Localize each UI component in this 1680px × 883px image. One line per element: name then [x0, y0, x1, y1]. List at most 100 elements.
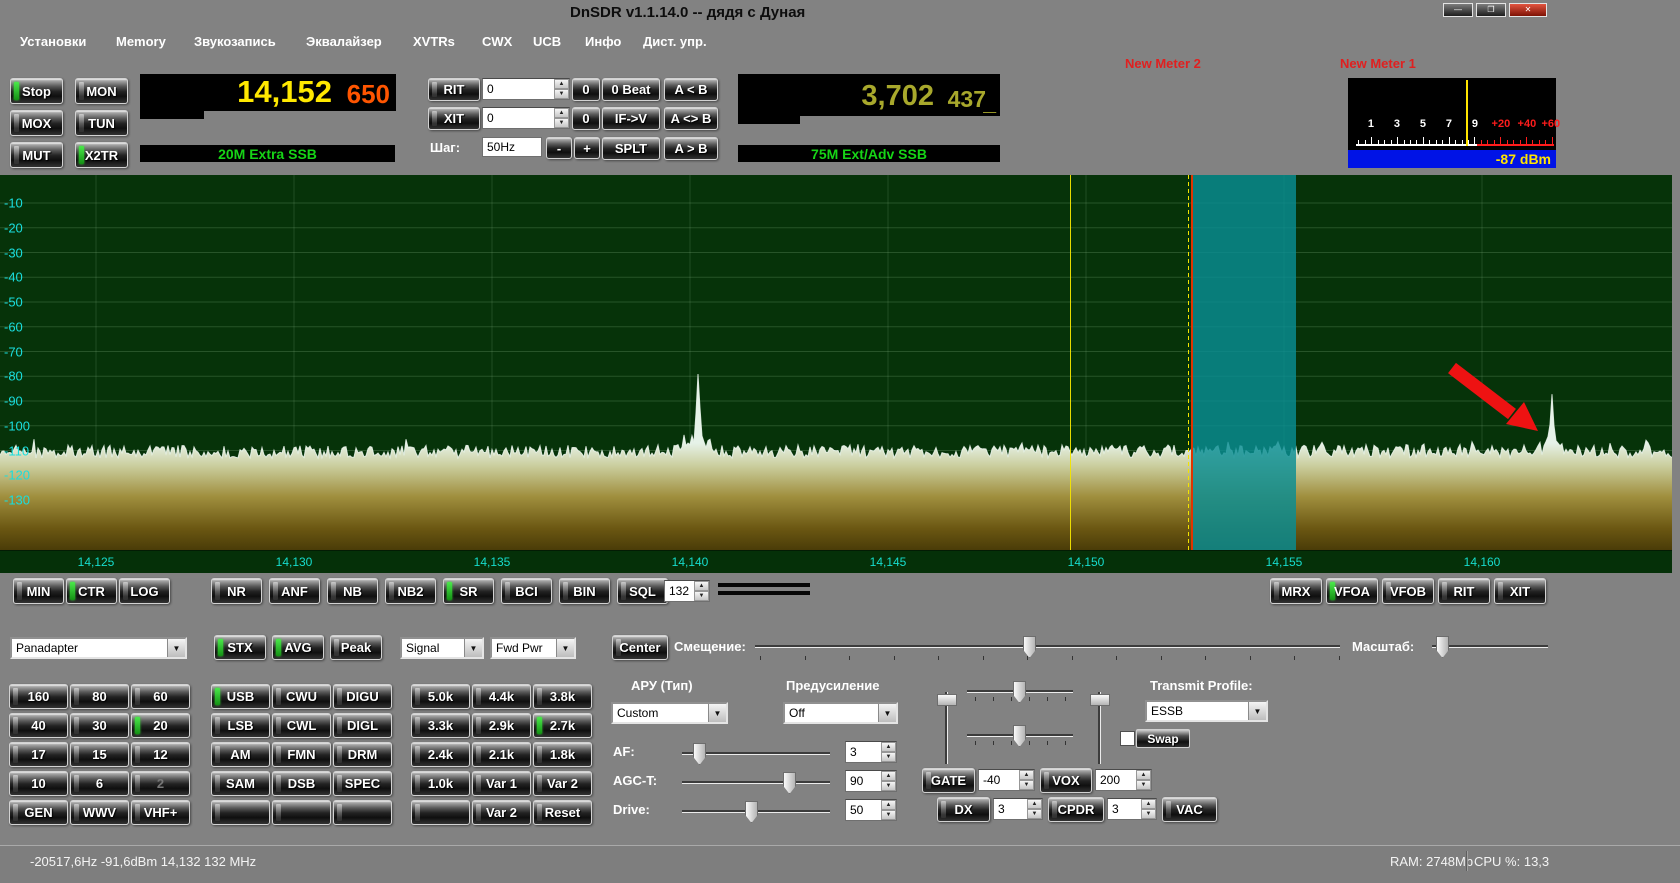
display-mode-select[interactable]: Panadapter ▼ [10, 637, 187, 659]
sub-rx-marker-line[interactable] [1070, 175, 1071, 550]
new-meter-2-label[interactable]: New Meter 2 [1125, 56, 1201, 71]
gate-down-icon[interactable]: ▼ [1019, 780, 1034, 790]
af-spinner-arrows[interactable]: ▲▼ [881, 742, 896, 762]
rit-down-icon[interactable]: ▼ [554, 89, 569, 99]
button-avg[interactable]: AVG [272, 635, 324, 660]
filter-button-1-0k[interactable]: 1.0k [411, 771, 470, 796]
filter-button-2-1k[interactable]: 2.1k [472, 742, 531, 767]
meter-source-select[interactable]: Signal ▼ [400, 637, 484, 659]
new-meter-1-label[interactable]: New Meter 1 [1340, 56, 1416, 71]
vox-spinner[interactable]: 200 ▲▼ [1095, 769, 1152, 791]
xit-spinner[interactable]: 0 ▲▼ [482, 107, 570, 129]
band-button-12[interactable]: 12 [131, 742, 190, 767]
sql-spinner-arrows[interactable]: ▲▼ [694, 581, 709, 601]
swap-button[interactable]: Swap [1136, 729, 1190, 748]
zoom-slider-track[interactable] [1432, 645, 1548, 648]
band-button-40[interactable]: 40 [9, 713, 68, 738]
minimize-button[interactable]: — [1443, 3, 1473, 17]
menu-item-дист-упр-[interactable]: Дист. упр. [643, 34, 707, 49]
button-ctr[interactable]: CTR [66, 578, 117, 604]
dx-spinner-arrows[interactable]: ▲▼ [1027, 799, 1042, 819]
mode-button-sam[interactable]: SAM [211, 771, 270, 796]
menu-item-инфо[interactable]: Инфо [585, 34, 621, 49]
vox-button[interactable]: VOX [1040, 768, 1092, 793]
cpdr-down-icon[interactable]: ▼ [1141, 809, 1156, 819]
if-to-v-button[interactable]: IF->V [602, 107, 660, 130]
tx-meter-source-select[interactable]: Fwd Pwr ▼ [490, 637, 576, 659]
vfo-button-xit[interactable]: XIT [1494, 578, 1546, 604]
af-down-icon[interactable]: ▼ [881, 752, 896, 762]
rit-spinner-arrows[interactable]: ▲▼ [554, 79, 569, 99]
agct-up-icon[interactable]: ▲ [881, 771, 896, 781]
tx-button-mon[interactable]: MON [75, 78, 128, 104]
tx-button-mox[interactable]: MOX [10, 110, 63, 136]
chevron-down-icon[interactable]: ▼ [708, 704, 726, 722]
dsp-button-sr[interactable]: SR [443, 578, 494, 604]
a-swap-b-button[interactable]: A <> B [664, 107, 718, 130]
sql-up-icon[interactable]: ▲ [694, 581, 709, 591]
mode-button-lsb[interactable]: LSB [211, 713, 270, 738]
filter-button-reset[interactable]: Reset [533, 800, 592, 825]
band-button-gen[interactable]: GEN [9, 800, 68, 825]
band-button-vhf+[interactable]: VHF+ [131, 800, 190, 825]
chevron-down-icon[interactable]: ▼ [167, 639, 185, 657]
af-up-icon[interactable]: ▲ [881, 742, 896, 752]
vfo-b-display[interactable]: 3,702 437 _ [738, 74, 1000, 116]
af-spinner[interactable]: 3 ▲▼ [845, 741, 897, 763]
gate-spinner-arrows[interactable]: ▲▼ [1019, 770, 1034, 790]
filter-button-2-9k[interactable]: 2.9k [472, 713, 531, 738]
af-slider-thumb[interactable] [693, 743, 706, 765]
split-button[interactable]: SPLT [602, 137, 660, 160]
zero-beat-button[interactable]: 0 Beat [602, 78, 660, 101]
tx-button-tun[interactable]: TUN [75, 110, 128, 136]
rit-zero-button[interactable]: 0 [572, 78, 600, 101]
rit-spinner[interactable]: 0 ▲▼ [482, 78, 570, 100]
tx-button-mut[interactable]: MUT [10, 142, 63, 168]
dx-up-icon[interactable]: ▲ [1027, 799, 1042, 809]
spectrum-plot[interactable] [0, 175, 1672, 550]
mode-button-cwu[interactable]: CWU [272, 684, 331, 709]
xit-button[interactable]: XIT [428, 107, 480, 130]
band-button-15[interactable]: 15 [70, 742, 129, 767]
mode-button-digu[interactable]: DIGU [333, 684, 392, 709]
mode-button-drm[interactable]: DRM [333, 742, 392, 767]
drive-spinner[interactable]: 50 ▲▼ [845, 799, 897, 821]
mode-button-blank[interactable] [211, 800, 270, 825]
menu-item-установки[interactable]: Установки [20, 34, 86, 49]
transmit-profile-select[interactable]: ESSB ▼ [1145, 700, 1268, 722]
agct-down-icon[interactable]: ▼ [881, 781, 896, 791]
mode-button-blank[interactable] [272, 800, 331, 825]
swap-checkbox[interactable] [1120, 731, 1135, 746]
filter-button-2-4k[interactable]: 2.4k [411, 742, 470, 767]
cpdr-spinner[interactable]: 3 ▲▼ [1107, 798, 1157, 820]
mode-button-dsb[interactable]: DSB [272, 771, 331, 796]
mode-button-usb[interactable]: USB [211, 684, 270, 709]
menu-item-эквалайзер[interactable]: Эквалайзер [306, 34, 382, 49]
rit-up-icon[interactable]: ▲ [554, 79, 569, 89]
a-greater-b-button[interactable]: A > B [664, 137, 718, 160]
button-peak[interactable]: Peak [330, 635, 382, 660]
filter-button-var-2[interactable]: Var 2 [472, 800, 531, 825]
vfo-button-vfoa[interactable]: VFOA [1326, 578, 1378, 604]
agct-spinner[interactable]: 90 ▲▼ [845, 770, 897, 792]
upper-mini-slider-thumb[interactable] [1013, 681, 1026, 703]
mode-button-am[interactable]: AM [211, 742, 270, 767]
band-button-10[interactable]: 10 [9, 771, 68, 796]
button-log[interactable]: LOG [119, 578, 170, 604]
dsp-button-sql[interactable]: SQL [617, 578, 668, 604]
band-button-wwv[interactable]: WWV [70, 800, 129, 825]
drive-slider-thumb[interactable] [745, 801, 758, 823]
tx-button-x2tr[interactable]: X2TR [75, 142, 128, 168]
xit-up-icon[interactable]: ▲ [554, 108, 569, 118]
offset-slider-track[interactable] [755, 645, 1340, 648]
agct-spinner-arrows[interactable]: ▲▼ [881, 771, 896, 791]
gate-button[interactable]: GATE [922, 768, 975, 793]
filter-button-blank[interactable] [411, 800, 470, 825]
filter-button-1-8k[interactable]: 1.8k [533, 742, 592, 767]
menu-item-cwx[interactable]: CWX [482, 34, 512, 49]
button-stx[interactable]: STX [214, 635, 266, 660]
sql-spinner[interactable]: 132 ▲▼ [664, 580, 710, 602]
agc-type-select[interactable]: Custom ▼ [611, 702, 728, 724]
maximize-button[interactable]: ❐ [1476, 3, 1506, 17]
filter-button-3-8k[interactable]: 3.8k [533, 684, 592, 709]
